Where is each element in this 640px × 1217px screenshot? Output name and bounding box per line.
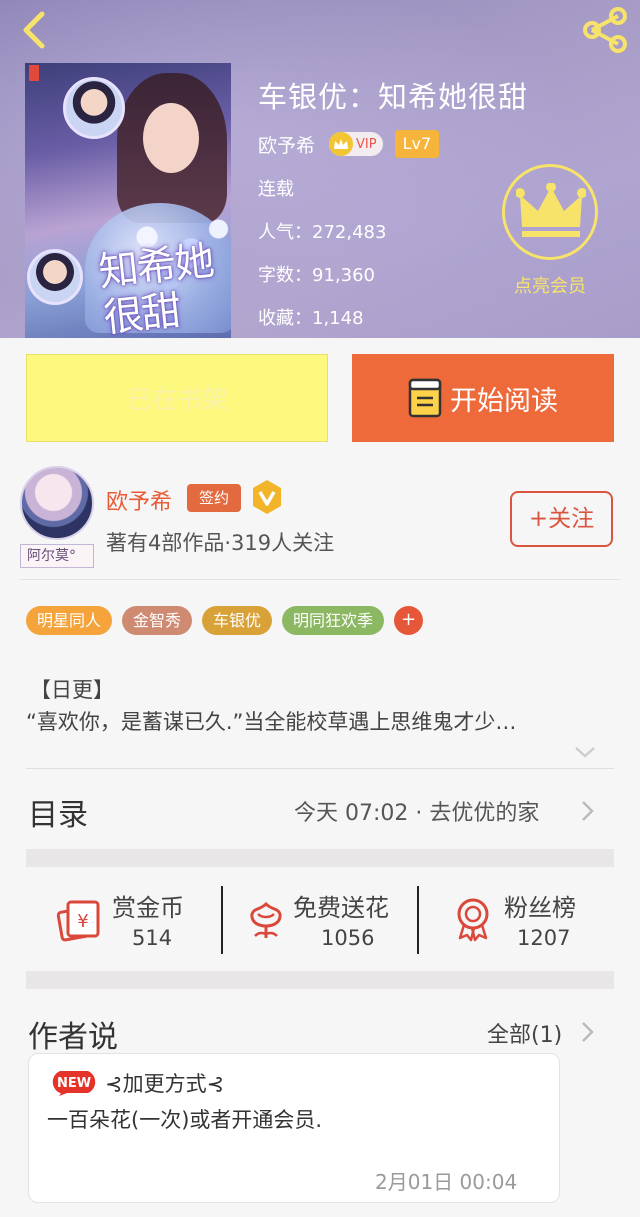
fans-count: 1207 (517, 926, 571, 950)
signed-badge: 签约 (187, 484, 241, 512)
fans-label: 粉丝榜 (504, 894, 576, 922)
serial-status: 连载 (258, 179, 294, 200)
cover-figure-face (143, 103, 199, 173)
svg-text:¥: ¥ (77, 911, 88, 932)
cover-portrait-2 (27, 249, 83, 305)
word-count-value: 91,360 (312, 265, 375, 286)
chevron-right-icon[interactable] (580, 800, 594, 822)
crown-icon (516, 183, 586, 237)
favorites-value: 1,148 (312, 308, 364, 329)
vertical-divider (417, 886, 419, 954)
word-count-label: 字数： (258, 265, 312, 286)
author-note-card[interactable]: NEW ⊰加更方式⊰ 一百朵花(一次)或者开通会员. 2月01日 00:04 (28, 1053, 560, 1203)
share-icon[interactable] (580, 6, 630, 54)
divider (26, 768, 614, 769)
crown-icon (329, 132, 354, 156)
intro-text[interactable]: “喜欢你，是蓄谋已久.”当全能校草遇上思维鬼才少… (26, 706, 596, 736)
vip-badge: VIP (329, 132, 383, 156)
more-tags-button[interactable]: + (394, 606, 424, 635)
section-band (26, 849, 614, 867)
member-ring (502, 164, 598, 260)
on-shelf-button[interactable]: 已在书架 (26, 354, 328, 442)
flower-label: 免费送花 (293, 894, 389, 922)
popularity: 人气：272,483 (258, 218, 386, 244)
cover-title-text: 知希她很甜 (96, 238, 215, 338)
flower-icon (250, 901, 282, 938)
start-reading-label: 开始阅读 (450, 385, 558, 417)
new-badge: NEW (52, 1071, 96, 1096)
popularity-value: 272,483 (312, 222, 387, 243)
tag-chip[interactable]: 车银优 (202, 606, 273, 635)
book-title: 车银优：知希她很甜 (258, 80, 529, 114)
avatar-tag: 阿尔莫° (20, 544, 94, 568)
reward-coins-button[interactable]: ¥ 赏金币 514 (56, 884, 206, 954)
latest-chapter[interactable]: 今天 07:02 · 去优优的家 (294, 795, 539, 827)
level-badge: Lv7 (394, 130, 440, 158)
cover-corner-mark (29, 65, 39, 81)
author-stats: 著有4部作品·319人关注 (106, 531, 335, 555)
tag-chip[interactable]: 明星同人 (26, 606, 113, 635)
popularity-label: 人气： (258, 222, 312, 243)
intro-heading: 【日更】 (30, 678, 114, 702)
note-body: 一百朵花(一次)或者开通会员. (47, 1108, 323, 1132)
author-name[interactable]: 欧予希 (106, 484, 172, 516)
follow-button[interactable]: +关注 (510, 491, 613, 547)
author-says-all-link[interactable]: 全部(1) (487, 1017, 562, 1049)
reward-label: 赏金币 (112, 894, 184, 922)
member-label: 点亮会员 (514, 276, 586, 297)
book-header: 知希她很甜 车银优：知希她很甜 欧予希 VIP Lv7 连载 人气：272,48… (0, 0, 640, 338)
chevron-down-icon[interactable] (574, 745, 596, 759)
flower-count: 1056 (321, 926, 375, 950)
header-author-name[interactable]: 欧予希 (258, 131, 315, 158)
fan-ranking-button[interactable]: 粉丝榜 1207 (450, 884, 600, 954)
section-band (26, 971, 614, 989)
activate-member-button[interactable]: 点亮会员 (500, 164, 600, 299)
catalog-title[interactable]: 目录 (28, 790, 88, 834)
chevron-right-icon[interactable] (580, 1021, 594, 1043)
divider (20, 579, 620, 580)
note-timestamp: 2月01日 00:04 (375, 1170, 518, 1194)
author-says-title: 作者说 (28, 1020, 118, 1055)
back-arrow-icon[interactable] (14, 8, 54, 52)
vip-label: VIP (356, 136, 377, 152)
new-badge-text: NEW (57, 1076, 91, 1091)
favorites-label: 收藏： (258, 308, 312, 329)
book-icon (408, 378, 442, 418)
vertical-divider (221, 886, 223, 954)
author-avatar[interactable] (20, 466, 94, 540)
tag-list: 明星同人 金智秀 车银优 明同狂欢季 + (26, 606, 424, 635)
tag-chip[interactable]: 明同狂欢季 (282, 606, 385, 635)
verified-v-icon (253, 480, 281, 514)
favorites: 收藏：1,148 (258, 304, 364, 330)
author-row: 欧予希 VIP Lv7 (258, 130, 440, 158)
medal-icon (457, 898, 489, 942)
reward-count: 514 (132, 926, 173, 950)
cover-portrait-1 (63, 77, 125, 139)
book-cover[interactable]: 知希她很甜 (25, 63, 231, 338)
send-flowers-button[interactable]: 免费送花 1056 (243, 884, 408, 954)
start-reading-button[interactable]: 开始阅读 (352, 354, 614, 442)
tag-chip[interactable]: 金智秀 (122, 606, 193, 635)
red-envelope-icon: ¥ (56, 900, 100, 942)
word-count: 字数：91,360 (258, 261, 375, 287)
note-title: ⊰加更方式⊰ (105, 1072, 225, 1096)
